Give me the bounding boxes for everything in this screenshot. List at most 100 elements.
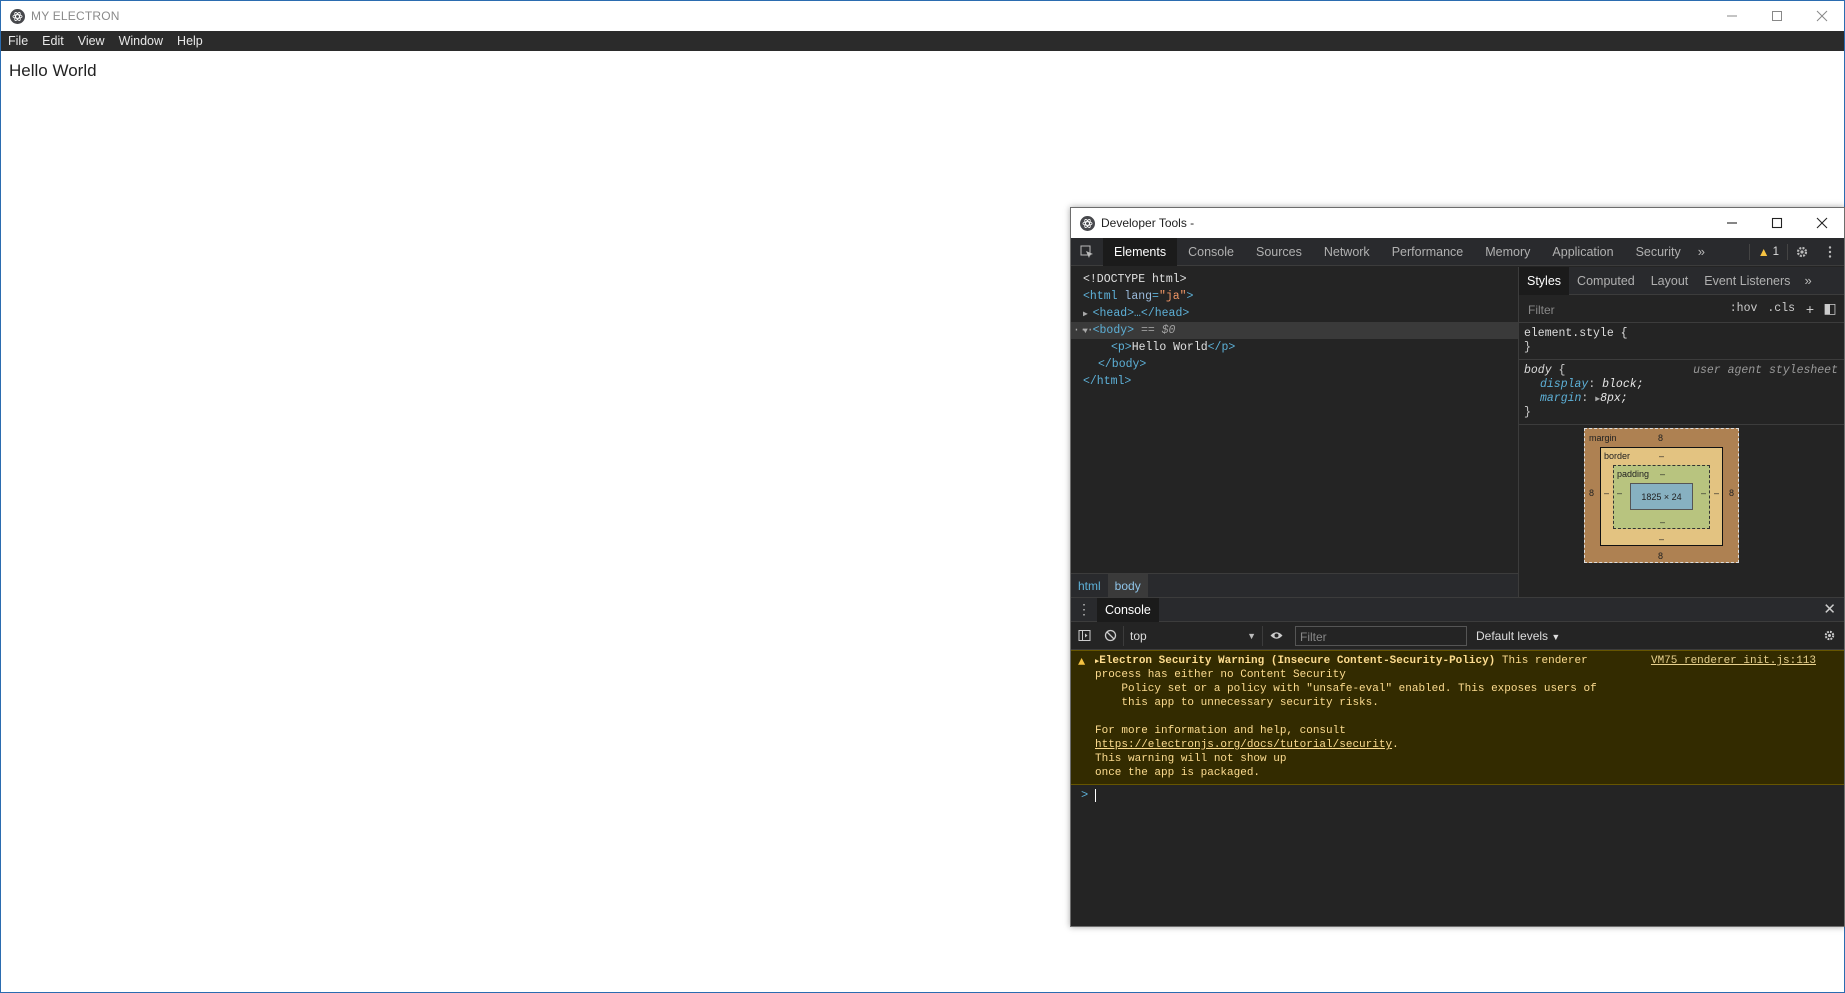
body-selector: body — [1524, 364, 1552, 377]
main-titlebar[interactable]: MY ELECTRON — [1, 1, 1844, 31]
context-selector[interactable]: top ▼ — [1123, 625, 1263, 646]
warning-line: Policy set or a policy with "unsafe-eval… — [1095, 683, 1597, 695]
warnings-badge[interactable]: ▲ 1 — [1748, 244, 1788, 260]
minimize-button[interactable] — [1709, 1, 1754, 31]
tab-event-listeners[interactable]: Event Listeners — [1696, 267, 1798, 295]
electron-app-icon — [10, 8, 25, 24]
dom-node-p[interactable]: <p>Hello World</p> — [1071, 339, 1518, 356]
console-filter-input[interactable]: Filter — [1295, 625, 1467, 646]
console-prompt[interactable]: > — [1071, 785, 1844, 805]
warning-line: process has either no Content Security — [1095, 669, 1346, 681]
display-declaration[interactable]: display: block; — [1524, 378, 1839, 392]
devtools-titlebar[interactable]: Developer Tools - — [1071, 208, 1844, 238]
warning-count: 1 — [1772, 246, 1779, 258]
customize-menu-icon[interactable] — [1816, 245, 1844, 259]
tab-network[interactable]: Network — [1313, 238, 1381, 266]
tab-styles[interactable]: Styles — [1519, 266, 1570, 295]
dom-node-doctype[interactable]: <!DOCTYPE html> — [1071, 271, 1518, 288]
margin-left-value: 8 — [1589, 488, 1595, 498]
margin-top-value: 8 — [1658, 433, 1664, 443]
box-model-border[interactable]: border – – – – padding – – – – 1825 × 24 — [1600, 447, 1723, 546]
context-value: top — [1130, 628, 1147, 643]
border-label: border — [1604, 451, 1631, 461]
tab-performance[interactable]: Performance — [1381, 238, 1475, 266]
tab-elements[interactable]: Elements — [1103, 237, 1178, 266]
devtools-main-tabs: Elements Console Sources Network Perform… — [1071, 237, 1844, 266]
add-rule-icon[interactable]: + — [1800, 301, 1820, 317]
text-caret — [1095, 788, 1097, 802]
tab-application[interactable]: Application — [1541, 238, 1624, 266]
menu-file[interactable]: File — [1, 31, 35, 51]
body-style-rule: body { user agent stylesheet display: bl… — [1519, 360, 1844, 425]
warning-icon: ▲ — [1757, 245, 1770, 259]
box-model-content[interactable]: 1825 × 24 — [1630, 483, 1693, 510]
menu-window[interactable]: Window — [112, 31, 170, 51]
menu-help[interactable]: Help — [170, 31, 210, 51]
security-docs-link[interactable]: https://electronjs.org/docs/tutorial/sec… — [1095, 739, 1392, 751]
box-model-padding[interactable]: padding – – – – 1825 × 24 — [1613, 465, 1710, 529]
tab-layout[interactable]: Layout — [1643, 267, 1697, 295]
cls-toggle[interactable]: .cls — [1762, 302, 1800, 315]
breadcrumb: html body — [1071, 573, 1518, 598]
dom-node-body-close[interactable]: </body> — [1071, 356, 1518, 373]
styles-tabs: Styles Computed Layout Event Listeners » — [1519, 266, 1844, 295]
tab-computed[interactable]: Computed — [1569, 267, 1643, 295]
element-style-selector[interactable]: element.style { — [1524, 327, 1839, 341]
console-drawer: ⋮ Console ✕ top ▼ Filter Default levels … — [1071, 597, 1844, 926]
ellipsis-menu-icon[interactable]: ··· — [1073, 322, 1094, 339]
dom-node-html-close[interactable]: </html> — [1071, 373, 1518, 390]
margin-declaration[interactable]: margin: ▶8px; — [1524, 392, 1839, 406]
styles-filter-input[interactable]: Filter — [1523, 298, 1725, 319]
toggle-sidebar-icon[interactable]: ◧ — [1820, 300, 1840, 317]
electron-app-icon — [1080, 215, 1095, 231]
message-source-link[interactable]: VM75 renderer init.js:113 — [1651, 655, 1816, 667]
hov-toggle[interactable]: :hov — [1725, 302, 1763, 315]
menu-view[interactable]: View — [71, 31, 112, 51]
elements-panel: <!DOCTYPE html> <html lang="ja"> ▶ <head… — [1071, 267, 1519, 598]
more-tabs-icon[interactable]: » — [1692, 244, 1711, 259]
window-title: MY ELECTRON — [31, 9, 120, 23]
menu-edit[interactable]: Edit — [35, 31, 71, 51]
drawer-close-icon[interactable]: ✕ — [1823, 598, 1836, 622]
console-settings-gear-icon[interactable] — [1823, 629, 1836, 647]
maximize-button[interactable] — [1754, 1, 1799, 31]
warning-line: this app to unnecessary security risks. — [1095, 697, 1379, 709]
console-toolbar: top ▼ Filter Default levels ▼ — [1071, 622, 1844, 650]
element-style-rule: element.style { } — [1519, 323, 1844, 360]
tab-memory[interactable]: Memory — [1474, 238, 1541, 266]
dom-node-html[interactable]: <html lang="ja"> — [1071, 288, 1518, 305]
close-button[interactable] — [1799, 1, 1844, 31]
log-levels-dropdown[interactable]: Default levels ▼ — [1476, 629, 1560, 643]
drawer-tab-console[interactable]: Console — [1097, 597, 1159, 622]
hello-world-paragraph: Hello World — [9, 61, 97, 80]
clear-console-icon[interactable] — [1097, 629, 1123, 642]
devtools-title: Developer Tools - — [1101, 216, 1195, 230]
tab-security[interactable]: Security — [1625, 238, 1692, 266]
devtools-window-controls — [1709, 208, 1844, 238]
security-warning-message[interactable]: ▲ VM75 renderer init.js:113 ▶Electron Se… — [1071, 650, 1844, 785]
devtools-minimize-button[interactable] — [1709, 208, 1754, 238]
dom-node-body[interactable]: ··· ▼ <body> == $0 — [1071, 322, 1518, 339]
more-sidebar-tabs-icon[interactable]: » — [1798, 273, 1817, 288]
settings-gear-icon[interactable] — [1788, 245, 1816, 259]
warning-link-line: https://electronjs.org/docs/tutorial/sec… — [1095, 739, 1399, 751]
devtools-maximize-button[interactable] — [1754, 208, 1799, 238]
live-expression-eye-icon[interactable] — [1263, 629, 1289, 642]
warning-line: For more information and help, consult — [1095, 725, 1346, 737]
box-model-diagram: margin 8 8 8 8 border – – – – padding – — [1584, 428, 1739, 563]
show-sidebar-icon[interactable] — [1071, 629, 1097, 642]
breadcrumb-body[interactable]: body — [1107, 573, 1148, 598]
tab-console[interactable]: Console — [1177, 238, 1245, 266]
inspect-element-icon[interactable] — [1071, 245, 1103, 259]
box-model-margin[interactable]: margin 8 8 8 8 border – – – – padding – — [1584, 428, 1739, 563]
user-agent-stylesheet-label: user agent stylesheet — [1693, 364, 1838, 377]
devtools-window: Developer Tools - Elements Console Sourc… — [1070, 207, 1845, 927]
drawer-menu-icon[interactable]: ⋮ — [1071, 601, 1097, 618]
warning-line — [1071, 710, 1844, 724]
breadcrumb-html[interactable]: html — [1071, 579, 1108, 593]
devtools-close-button[interactable] — [1799, 208, 1844, 238]
dom-node-head[interactable]: ▶ <head>…</head> — [1071, 305, 1518, 322]
tab-sources[interactable]: Sources — [1245, 238, 1313, 266]
drawer-tabbar: ⋮ Console ✕ — [1071, 597, 1844, 622]
chevron-down-icon: ▼ — [1247, 630, 1256, 641]
